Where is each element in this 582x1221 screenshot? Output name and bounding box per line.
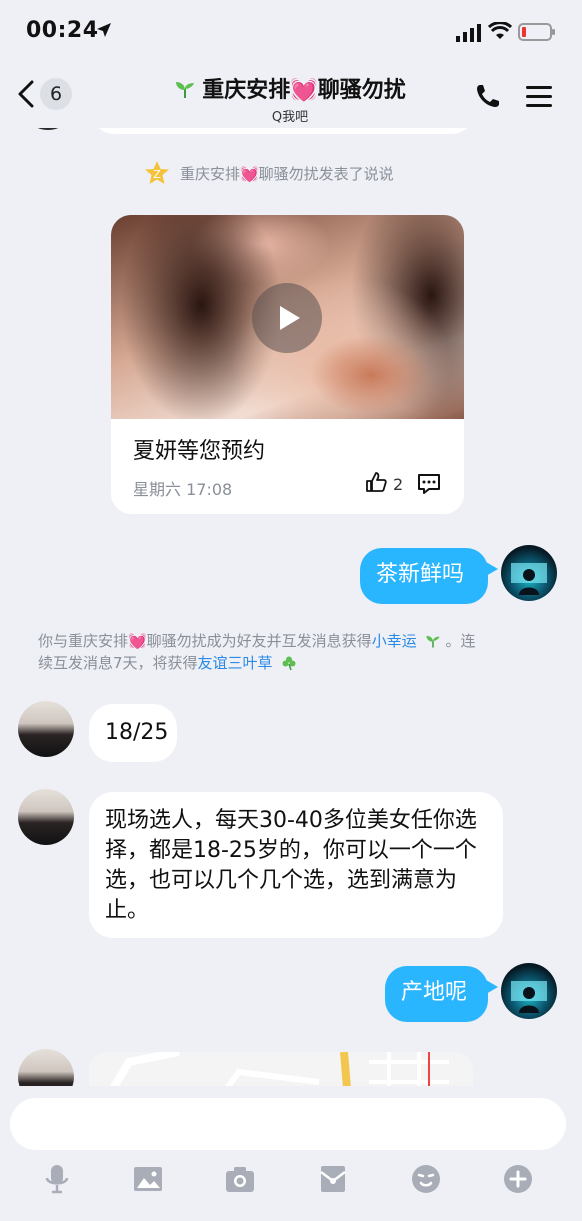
clover-icon xyxy=(282,656,296,671)
my-avatar[interactable] xyxy=(501,963,557,1019)
cellular-signal-icon xyxy=(456,24,481,42)
red-packet-icon[interactable] xyxy=(318,1164,348,1194)
sprout-icon xyxy=(176,82,195,98)
message-bubble-incoming[interactable]: 现场选人，每天30-40多位美女任你选择，都是18-25岁的，你可以一个一个选，… xyxy=(89,792,503,938)
status-bar: 00:24 xyxy=(0,0,582,62)
my-avatar[interactable] xyxy=(501,545,557,601)
like-count: 2 xyxy=(393,475,404,494)
sprout-icon xyxy=(426,635,441,648)
friend-notice-text: 你与重庆安排💓聊骚勿扰成为好友并互发消息获得 xyxy=(38,632,372,650)
friend-notice-text: 。连 xyxy=(445,632,476,650)
friend-notice: 你与重庆安排💓聊骚勿扰成为好友并互发消息获得小幸运 。连 续互发消息7天，将获得… xyxy=(38,630,548,674)
message-input[interactable] xyxy=(10,1098,566,1150)
bubble-tail xyxy=(486,562,498,576)
bubble-tail xyxy=(486,980,498,994)
avatar-figure-icon xyxy=(511,981,547,1013)
microphone-icon[interactable] xyxy=(42,1164,72,1194)
unread-count-badge[interactable]: 6 xyxy=(40,78,72,110)
phone-call-icon[interactable] xyxy=(474,82,502,110)
friend-notice-text: 续互发消息7天，将获得 xyxy=(38,654,198,672)
plus-icon[interactable] xyxy=(503,1164,533,1194)
contact-avatar[interactable] xyxy=(18,789,74,845)
status-time: 00:24 xyxy=(26,18,99,43)
lucky-link[interactable]: 小幸运 xyxy=(372,632,417,650)
like-icon[interactable] xyxy=(365,471,387,493)
message-list[interactable]: Z 重庆安排💓聊骚勿扰发表了说说 夏妍等您预约 星期六 17:08 2 茶新鲜吗… xyxy=(0,128,582,1086)
chat-title-block[interactable]: 重庆安排💓聊骚勿扰 Q我吧 xyxy=(130,72,450,125)
post-notice: Z 重庆安排💓聊骚勿扰发表了说说 xyxy=(144,160,394,186)
chat-subtitle: Q我吧 xyxy=(271,110,309,125)
image-icon[interactable] xyxy=(133,1164,163,1194)
previous-message-bubble xyxy=(92,128,474,134)
comment-icon[interactable] xyxy=(417,473,441,495)
wifi-icon xyxy=(488,22,512,39)
location-map-card[interactable] xyxy=(89,1052,473,1086)
input-bar xyxy=(0,1086,582,1221)
back-chevron-icon[interactable] xyxy=(14,80,38,108)
message-bubble-outgoing[interactable]: 茶新鲜吗 xyxy=(360,548,488,604)
post-card[interactable]: 夏妍等您预约 星期六 17:08 2 xyxy=(111,215,464,514)
menu-icon[interactable] xyxy=(524,84,554,108)
chat-title: 重庆安排💓聊骚勿扰 xyxy=(130,72,450,104)
battery-icon xyxy=(518,23,555,41)
contact-avatar[interactable] xyxy=(18,1049,74,1086)
clover-link[interactable]: 友谊三叶草 xyxy=(198,654,273,672)
avatar-figure-icon xyxy=(511,563,547,595)
post-caption: 夏妍等您预约 xyxy=(133,439,266,464)
location-arrow-icon xyxy=(97,23,111,37)
message-bubble-outgoing[interactable]: 产地呢 xyxy=(385,966,488,1022)
post-notice-text: 重庆安排💓聊骚勿扰发表了说说 xyxy=(180,165,394,183)
star-badge-icon: Z xyxy=(145,161,169,184)
play-icon[interactable] xyxy=(252,283,322,353)
emoji-icon[interactable] xyxy=(411,1164,441,1194)
post-time: 星期六 17:08 xyxy=(133,480,233,499)
map-preview xyxy=(109,1052,449,1086)
previous-avatar xyxy=(20,128,76,130)
chat-title-text: 重庆安排💓聊骚勿扰 xyxy=(202,78,406,103)
contact-avatar[interactable] xyxy=(18,701,74,757)
svg-text:Z: Z xyxy=(153,168,161,181)
camera-icon[interactable] xyxy=(225,1164,255,1194)
message-bubble-incoming[interactable]: 18/25 xyxy=(89,704,177,762)
chat-header: 6 重庆安排💓聊骚勿扰 Q我吧 xyxy=(0,62,582,128)
